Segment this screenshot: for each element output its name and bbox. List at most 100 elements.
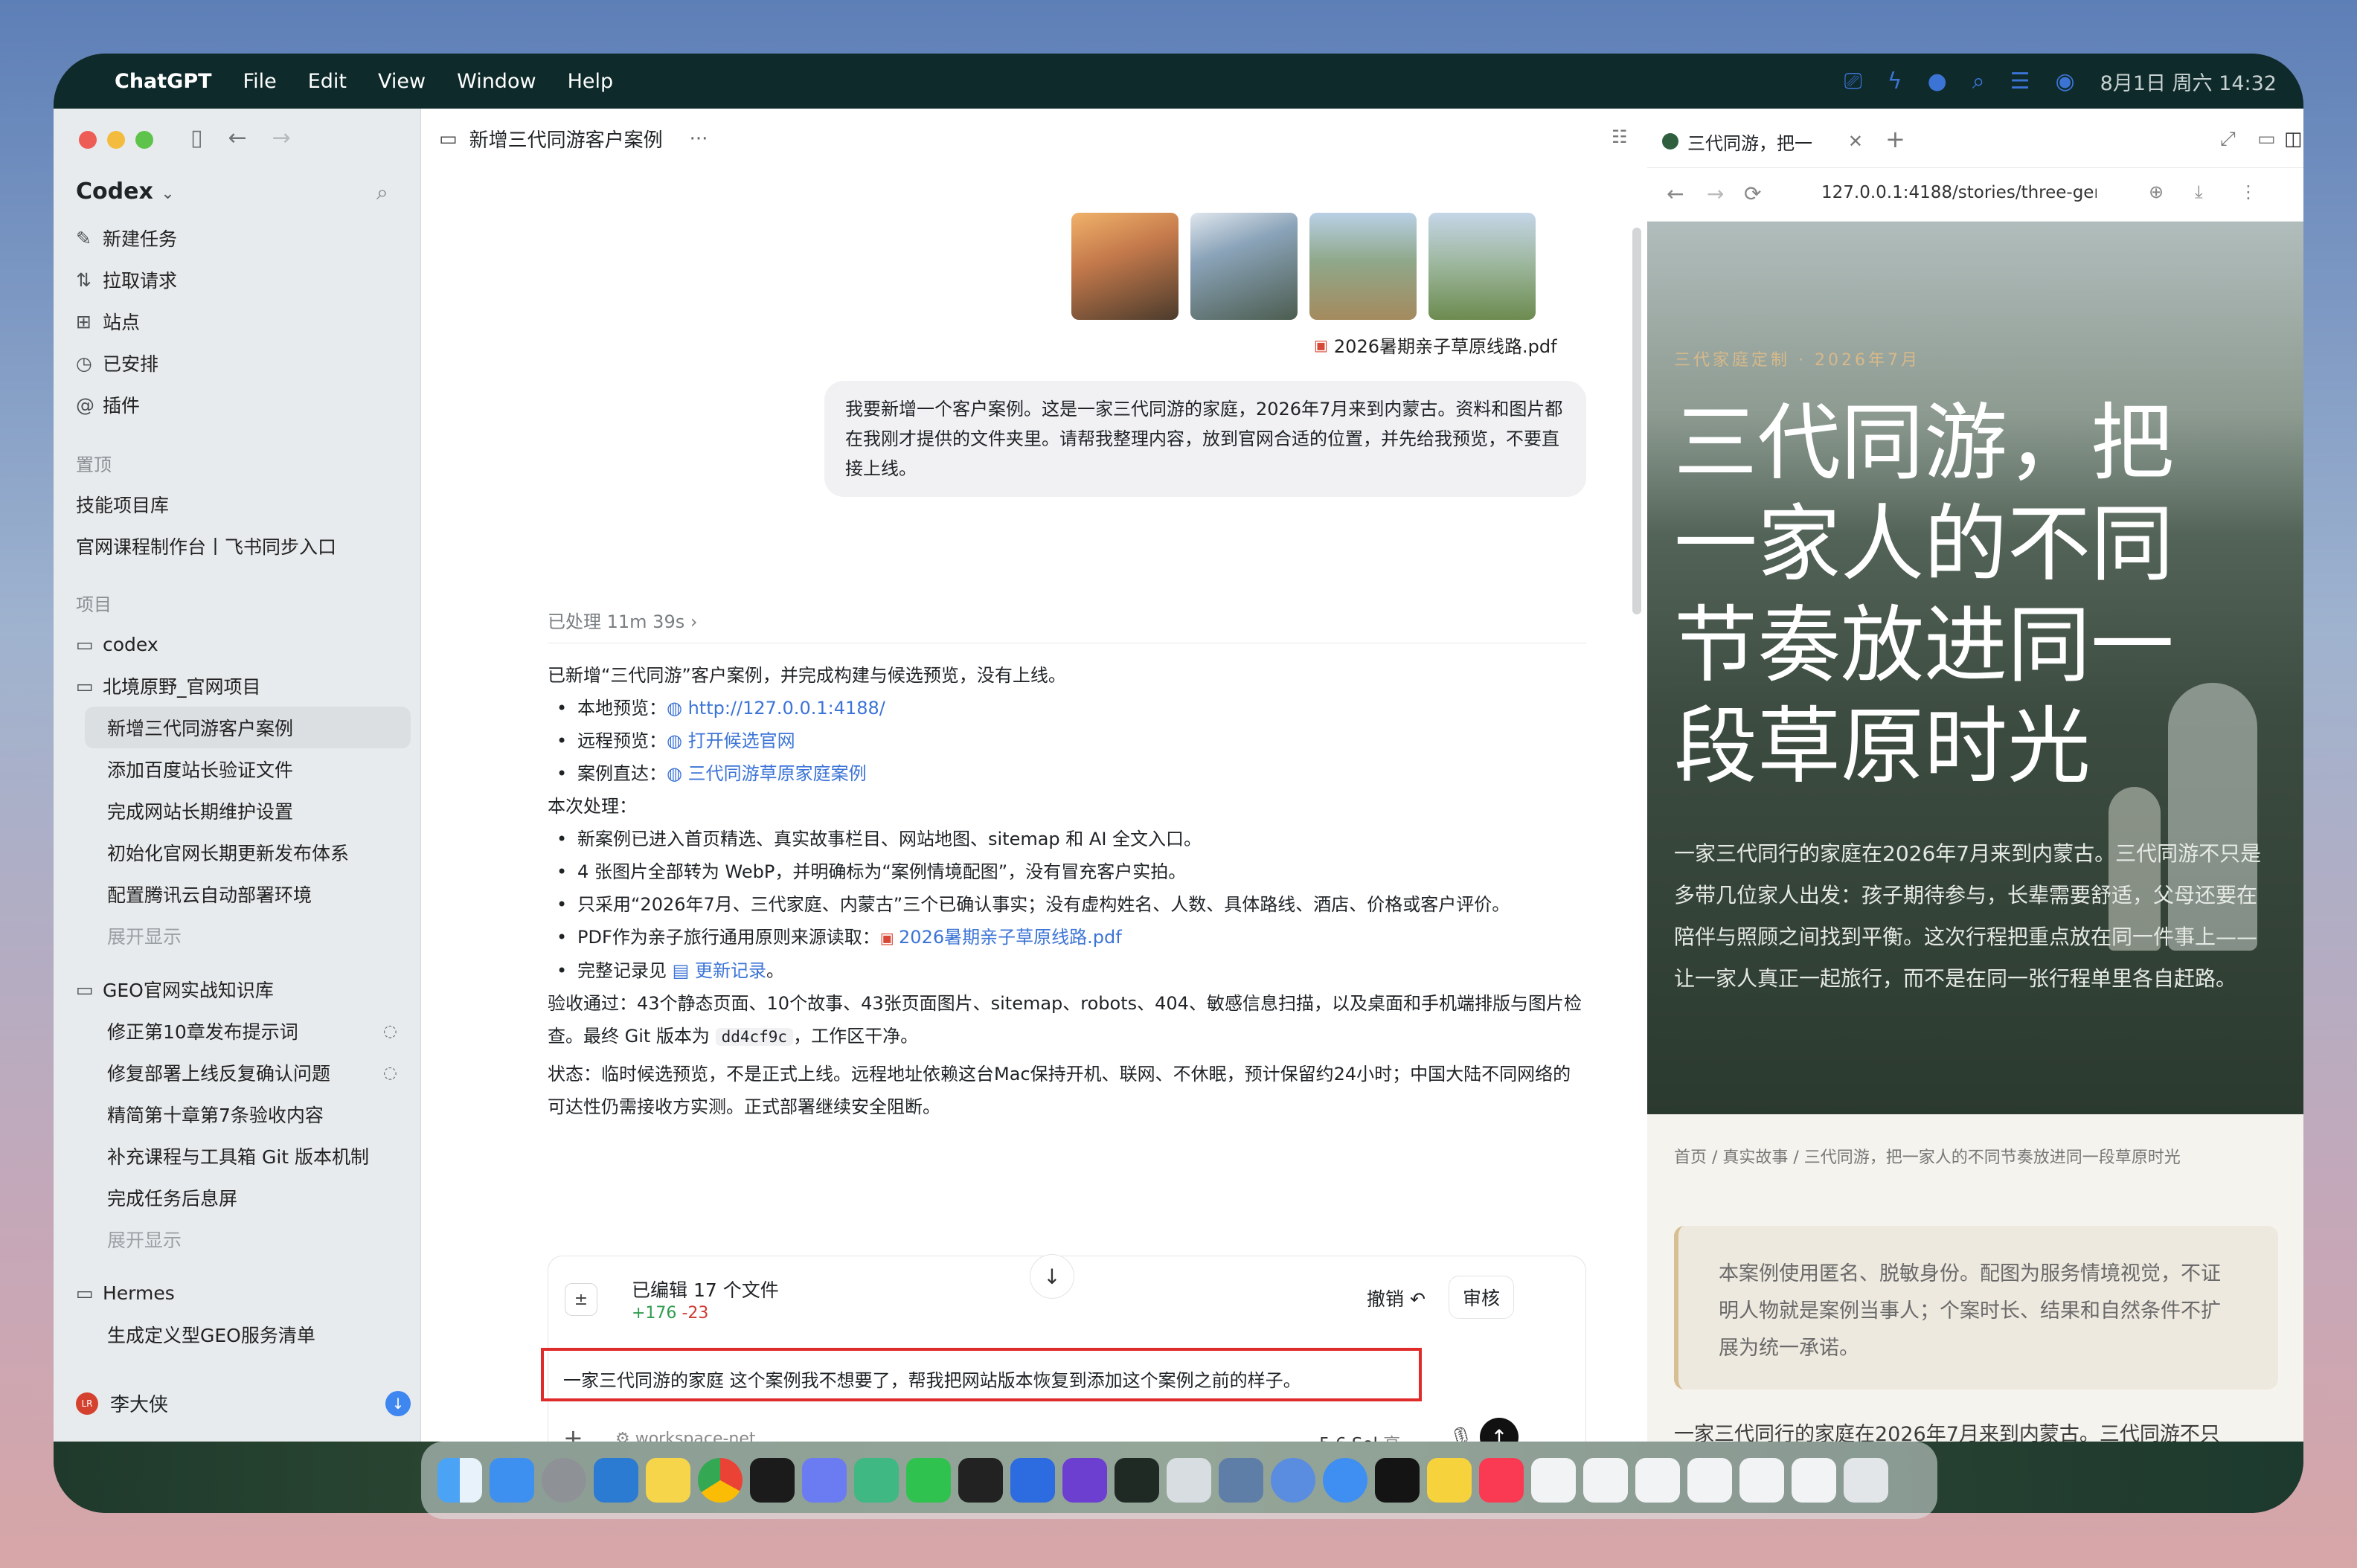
notes-icon[interactable] (646, 1458, 690, 1503)
siri-icon[interactable]: ◉ (2055, 68, 2074, 94)
review-button[interactable]: 审核 (1449, 1276, 1515, 1319)
control-center-icon[interactable]: ☰ (2010, 68, 2030, 94)
chat-title[interactable]: 新增三代同游客户案例 (469, 125, 663, 152)
task-item[interactable]: 添加百度站长验证文件 (76, 748, 411, 790)
minimize-window-button[interactable] (107, 131, 125, 149)
expand-more-link[interactable]: 展开显示 (76, 915, 411, 957)
sidebar-search-icon[interactable]: ⌕ (376, 180, 388, 205)
user-profile[interactable]: LR 李大侠 ↓ (76, 1389, 411, 1417)
list-icon[interactable]: ☷ (1612, 126, 1628, 147)
menu-app[interactable]: ChatGPT (115, 70, 212, 93)
nav-scheduled[interactable]: ◷ 已安排 (76, 342, 411, 384)
nav-plugins[interactable]: @ 插件 (76, 384, 411, 425)
back-arrow-icon[interactable]: ← (228, 125, 247, 151)
close-window-button[interactable] (79, 131, 97, 149)
window-thumbnail[interactable] (1687, 1458, 1732, 1503)
changelog-link[interactable]: 更新记录 (695, 960, 766, 981)
task-item[interactable]: 完成任务后息屏 (76, 1177, 411, 1218)
mail-icon[interactable] (490, 1458, 534, 1503)
url-field[interactable]: 127.0.0.1:4188/stories/three-gene (1821, 183, 2097, 202)
task-item[interactable]: 修复部署上线反复确认问题 ◌ (76, 1052, 411, 1093)
task-item[interactable]: 初始化官网长期更新发布体系 (76, 832, 411, 873)
safari-icon[interactable] (1323, 1458, 1367, 1503)
activity-monitor-icon[interactable] (1115, 1458, 1159, 1503)
project-codex[interactable]: ▭ codex (76, 623, 411, 665)
new-tab-icon[interactable]: + (1885, 125, 1905, 153)
window-thumbnail[interactable] (1739, 1458, 1784, 1503)
local-preview-link[interactable]: http://127.0.0.1:4188/ (688, 698, 885, 719)
window-thumbnail[interactable] (1792, 1458, 1836, 1503)
nav-new-task[interactable]: ✎ 新建任务 (76, 217, 411, 259)
project-geo[interactable]: ▭ GEO官网实战知识库 (76, 968, 411, 1010)
pinned-item[interactable]: 官网课程制作台丨飞书同步入口 (76, 525, 411, 567)
task-item-active[interactable]: 新增三代同游客户案例 (85, 707, 411, 748)
menu-window[interactable]: Window (457, 70, 536, 93)
task-item[interactable]: 完成网站长期维护设置 (76, 790, 411, 832)
screen-icon[interactable]: ⎚ (1844, 68, 1862, 94)
terminal-icon[interactable] (750, 1458, 795, 1503)
scrollbar[interactable] (1632, 228, 1641, 614)
menubar-datetime[interactable]: 8月1日 周六 14:32 (2100, 67, 2277, 96)
download-icon[interactable]: ↓ (385, 1390, 411, 1416)
more-options-icon[interactable]: ··· (690, 128, 708, 150)
wechat-icon[interactable] (906, 1458, 951, 1503)
menu-edit[interactable]: Edit (308, 70, 347, 93)
menu-help[interactable]: Help (568, 70, 614, 93)
search-icon[interactable]: ⌕ (1972, 68, 1985, 94)
workspace-switcher[interactable]: Codex ⌄ (76, 179, 175, 205)
task-item[interactable]: 精简第十章第7条验收内容 (76, 1093, 411, 1135)
quicktime-icon[interactable] (1271, 1458, 1315, 1503)
breadcrumb[interactable]: 首页 / 真实故事 / 三代同游，把一家人的不同节奏放进同一段草原时光 (1674, 1144, 2284, 1168)
expand-more-link[interactable]: 展开显示 (76, 1218, 411, 1260)
zoom-window-button[interactable] (135, 131, 153, 149)
phone-mirror-icon[interactable] (1167, 1458, 1211, 1503)
remote-preview-link[interactable]: 打开候选官网 (688, 730, 795, 751)
pinned-item[interactable]: 技能项目库 (76, 483, 411, 525)
music-icon[interactable] (1479, 1458, 1524, 1503)
attached-image[interactable] (1309, 213, 1417, 320)
processed-toggle[interactable]: 已处理 11m 39s › (548, 607, 697, 633)
window-icon[interactable]: ▭ (2257, 128, 2276, 150)
chrome-icon[interactable] (698, 1458, 743, 1503)
add-bookmark-icon[interactable]: ⊕ (2149, 181, 2164, 202)
pdf-link[interactable]: 2026暑期亲子草原线路.pdf (899, 927, 1122, 948)
settings-app-icon[interactable] (542, 1458, 586, 1503)
message-input[interactable]: 一家三代同游的家庭 这个案例我不想要了，帮我把网站版本恢复到添加这个案例之前的样… (541, 1348, 1422, 1401)
window-thumbnail[interactable] (1583, 1458, 1628, 1503)
case-link[interactable]: 三代同游草原家庭案例 (688, 763, 867, 784)
cube-app-icon[interactable] (958, 1458, 1003, 1503)
task-item[interactable]: 补充课程与工具箱 Git 版本机制 (76, 1135, 411, 1177)
expand-icon[interactable]: ⤢ (2220, 128, 2236, 151)
project-beijing[interactable]: ▭ 北境原野_官网项目 (76, 665, 411, 707)
reload-icon[interactable]: ⟳ (1744, 181, 1761, 206)
menu-icon[interactable]: ⋮ (2239, 181, 2257, 202)
download-icon[interactable]: ⤓ (2195, 181, 2203, 202)
project-hermes[interactable]: ▭ Hermes (76, 1272, 411, 1314)
edited-files-title[interactable]: 已编辑 17 个文件 (632, 1276, 779, 1302)
inbox-app-icon[interactable] (1010, 1458, 1055, 1503)
finder-icon[interactable] (437, 1458, 482, 1503)
task-item[interactable]: 修正第10章发布提示词 ◌ (76, 1010, 411, 1052)
attached-image[interactable] (1190, 213, 1298, 320)
browser-forward-icon[interactable]: → (1707, 181, 1724, 206)
pdf-attachment[interactable]: ▣ 2026暑期亲子草原线路.pdf (1314, 332, 1557, 358)
close-tab-icon[interactable]: ✕ (1848, 131, 1863, 152)
dot-icon[interactable]: ● (1928, 68, 1947, 94)
trash-icon[interactable] (1844, 1458, 1888, 1503)
bolt-icon[interactable]: ϟ (1888, 68, 1902, 94)
chatgpt-icon[interactable] (1375, 1458, 1420, 1503)
menu-view[interactable]: View (378, 70, 426, 93)
vscode-icon[interactable] (594, 1458, 638, 1503)
attached-image[interactable] (1071, 213, 1178, 320)
window-thumbnail[interactable] (1531, 1458, 1576, 1503)
sidebar-toggle-icon[interactable]: ▯ (190, 125, 203, 151)
undo-button[interactable]: 撤销 ↶ (1367, 1285, 1426, 1311)
browser-back-icon[interactable]: ← (1667, 181, 1684, 206)
preview-app-icon[interactable] (1219, 1458, 1263, 1503)
split-view-icon[interactable]: ◫ (2284, 128, 2303, 150)
nav-sites[interactable]: ⊞ 站点 (76, 301, 411, 342)
obsidian-icon[interactable] (1062, 1458, 1107, 1503)
chat-app-icon[interactable] (802, 1458, 847, 1503)
window-thumbnail[interactable] (1635, 1458, 1680, 1503)
nav-pull-requests[interactable]: ⇅ 拉取请求 (76, 259, 411, 301)
